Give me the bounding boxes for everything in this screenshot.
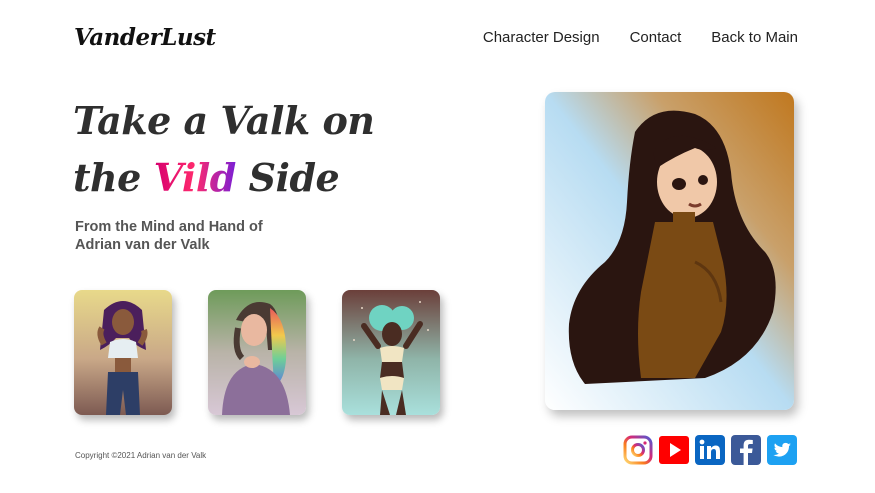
- hero-title: Take a Valk on the Vild Side: [73, 92, 403, 206]
- hero-title-line1: Take a Valk on: [73, 98, 375, 143]
- nav-item-contact[interactable]: Contact: [630, 29, 682, 46]
- facebook-icon[interactable]: [731, 435, 761, 465]
- instagram-icon[interactable]: [623, 435, 653, 465]
- linkedin-icon[interactable]: [695, 435, 725, 465]
- gallery-thumbnail-2[interactable]: [208, 290, 306, 415]
- featured-illustration-card[interactable]: [545, 92, 794, 410]
- hero-title-line2-post: Side: [235, 155, 340, 200]
- subtitle-line2: Adrian van der Valk: [75, 237, 210, 253]
- character-illustration-teal-hair: [342, 290, 440, 415]
- twitter-icon[interactable]: [767, 435, 797, 465]
- subtitle-line1: From the Mind and Hand of: [75, 219, 263, 235]
- character-illustration-long-dark-hair: [545, 92, 794, 410]
- social-links: [623, 435, 797, 465]
- footer-copyright: Copyright ©2021 Adrian van der Valk: [75, 451, 207, 460]
- character-illustration-purple-hair: [74, 290, 172, 415]
- hero-subtitle: From the Mind and Hand of Adrian van der…: [75, 218, 315, 254]
- brand-logo[interactable]: VanderLust: [74, 24, 216, 51]
- youtube-icon[interactable]: [659, 435, 689, 465]
- main-nav: Character Design Contact Back to Main: [483, 29, 798, 46]
- gallery-thumbnail-1[interactable]: [74, 290, 172, 415]
- hero-title-highlight: Vild: [153, 155, 237, 200]
- hero-title-line2-pre: the: [73, 155, 154, 200]
- nav-item-character-design[interactable]: Character Design: [483, 29, 600, 46]
- nav-item-back-to-main[interactable]: Back to Main: [711, 29, 798, 46]
- character-illustration-rainbow-hair: [208, 290, 306, 415]
- gallery-thumbnail-3[interactable]: [342, 290, 440, 415]
